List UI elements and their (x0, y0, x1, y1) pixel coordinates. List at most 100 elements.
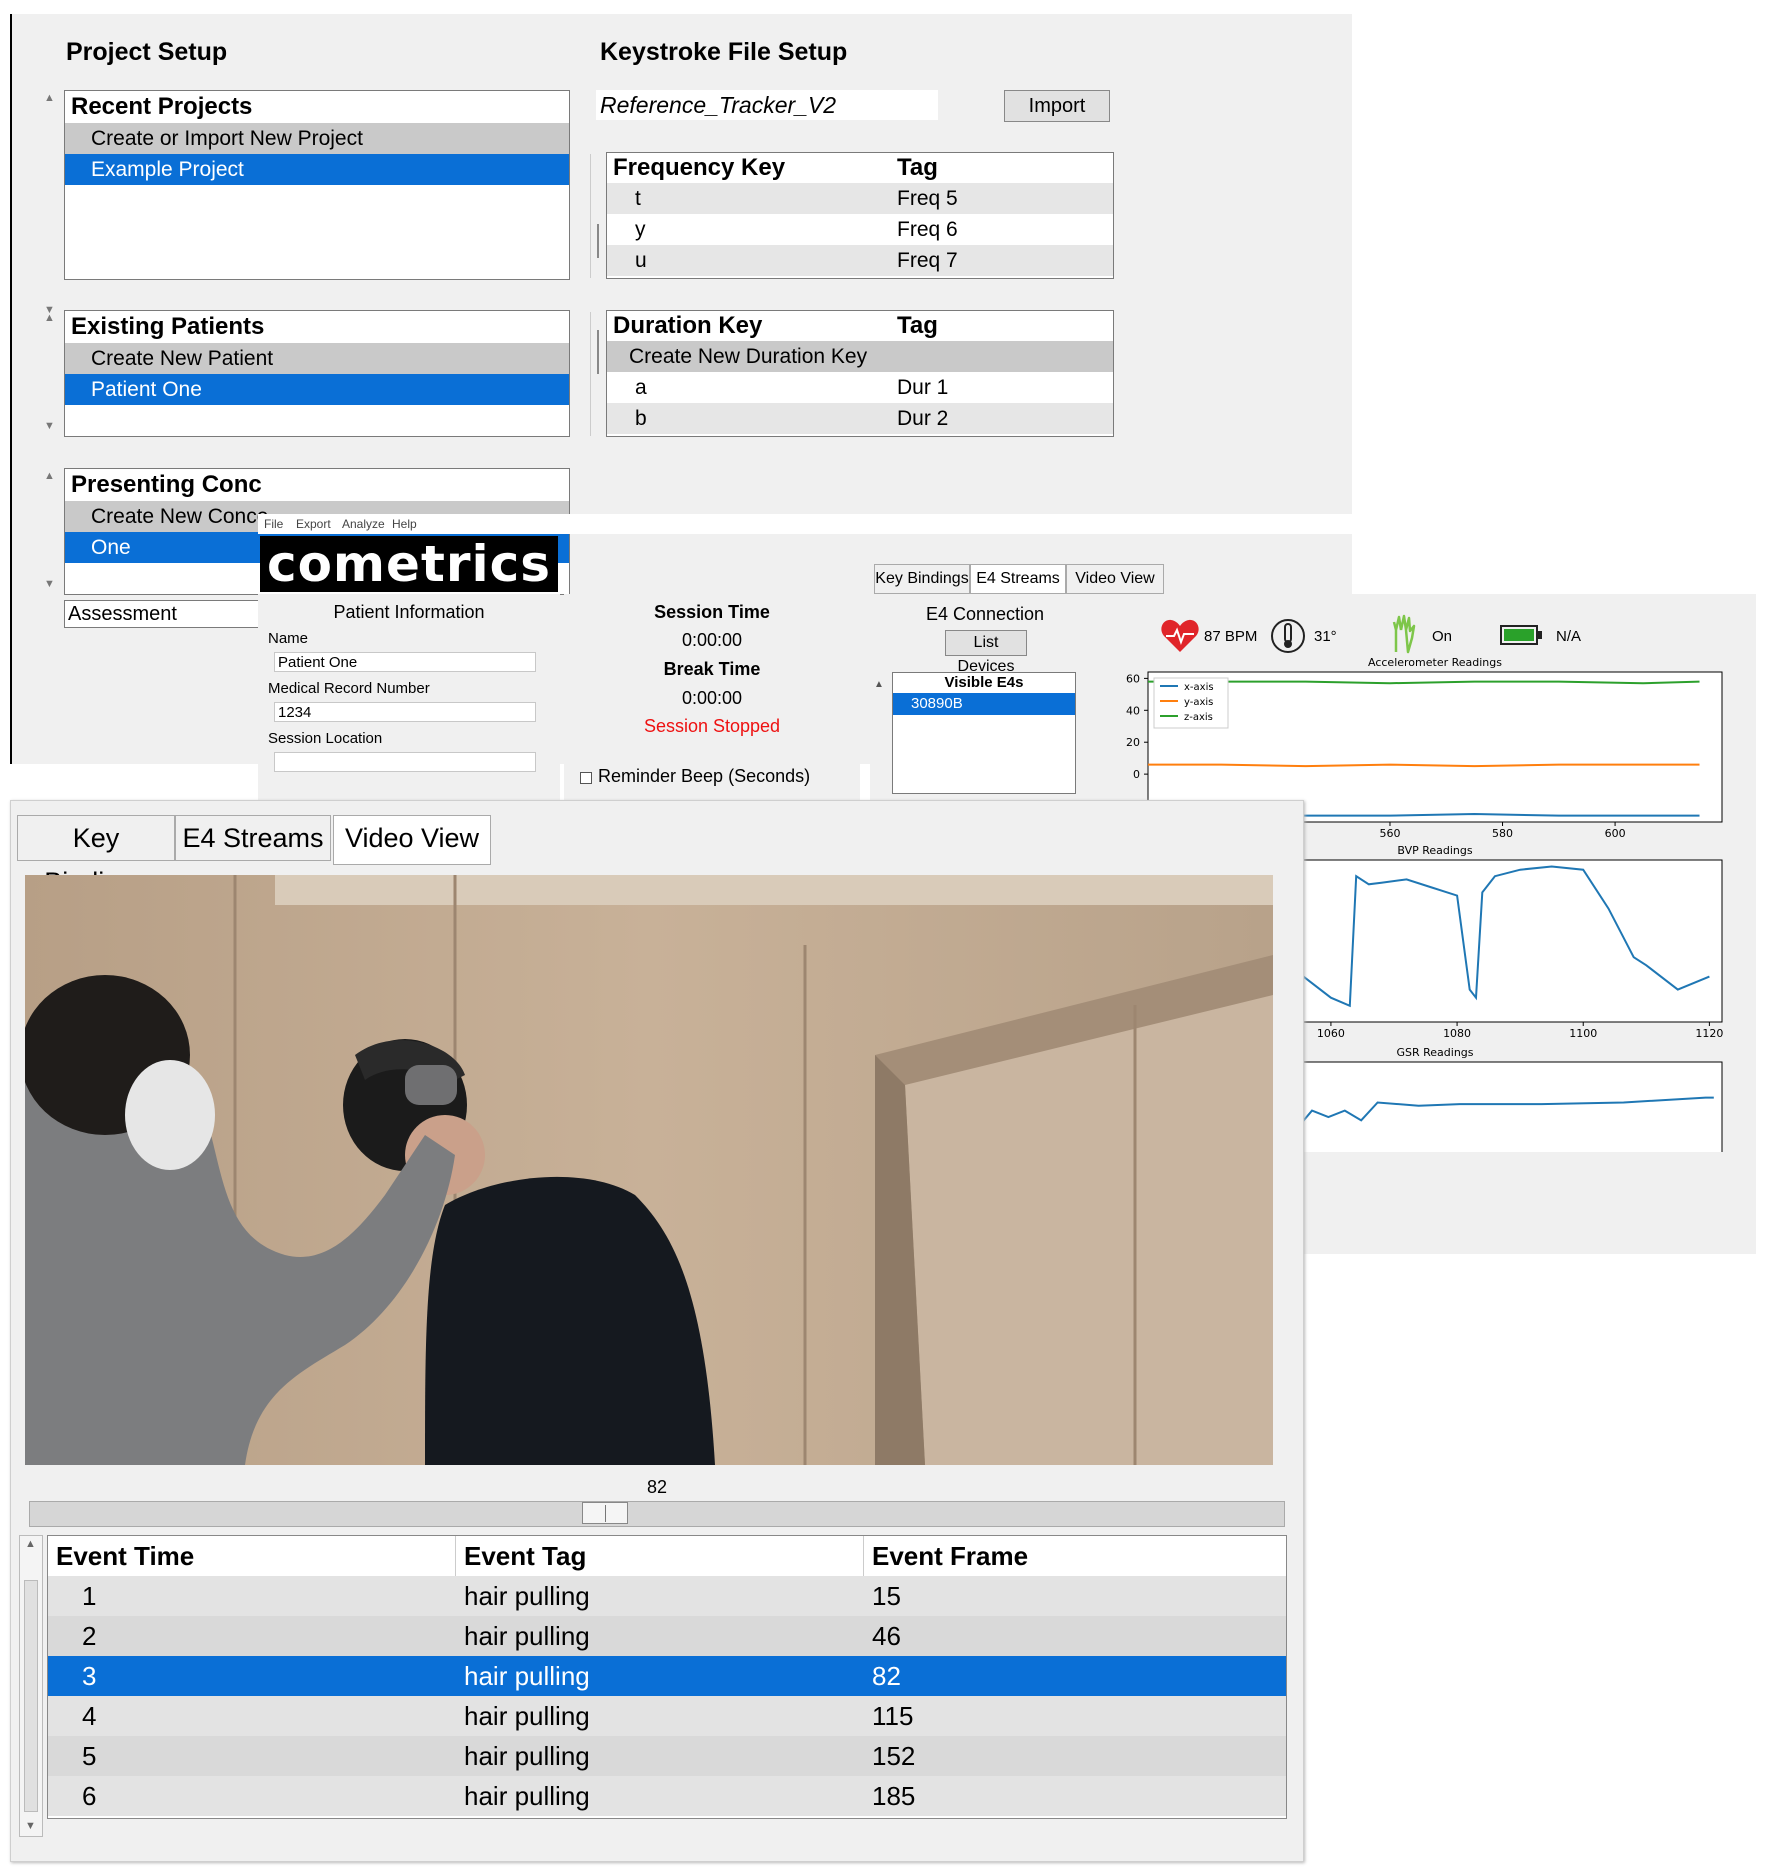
table-row-selected[interactable]: 3 hair pulling 82 (48, 1656, 1286, 1696)
scroll-up-arrow-icon[interactable]: ▲ (874, 679, 884, 690)
table-row[interactable]: b Dur 2 (607, 403, 1113, 434)
event-tag-column[interactable]: Event Tag (456, 1536, 864, 1576)
create-duration-key-item[interactable]: Create New Duration Key (607, 341, 1113, 372)
create-patient-item[interactable]: Create New Patient (65, 343, 569, 374)
table-row[interactable]: 1 hair pulling 15 (48, 1576, 1286, 1616)
table-row[interactable]: 6 hair pulling 185 (48, 1776, 1286, 1816)
existing-patients-header: Existing Patients (71, 313, 265, 340)
table-row[interactable]: t Freq 5 (607, 183, 1113, 214)
patients-scrollbar[interactable]: ▲ ▼ (40, 312, 60, 437)
slider-thumb-grip (604, 1505, 606, 1522)
y-tick-label: 40 (1126, 704, 1140, 717)
cometrics-logo: cometrics (260, 536, 558, 592)
reminder-label: Reminder Beep (Seconds) (598, 766, 811, 786)
event-tag-cell: hair pulling (464, 1741, 590, 1771)
menu-analyze[interactable]: Analyze (342, 517, 385, 531)
glove-icon (1392, 614, 1416, 654)
event-frame-cell: 46 (872, 1621, 901, 1651)
scroll-up-arrow-icon[interactable]: ▲ (44, 92, 55, 104)
events-table-header: Event Time Event Tag Event Frame (48, 1536, 1286, 1576)
recent-projects-list[interactable]: Recent Projects Create or Import New Pro… (64, 90, 570, 280)
table-row[interactable]: 4 hair pulling 115 (48, 1696, 1286, 1736)
keystroke-file-field[interactable]: Reference_Tracker_V2 (596, 90, 938, 120)
duration-key-table[interactable]: Duration Key Tag Create New Duration Key… (606, 310, 1114, 437)
frame-slider-thumb[interactable] (581, 1502, 628, 1524)
events-table[interactable]: Event Time Event Tag Event Frame 1 hair p… (47, 1535, 1287, 1819)
name-field[interactable]: Patient One (274, 652, 536, 672)
scroll-up-arrow-icon[interactable]: ▲ (25, 1538, 36, 1550)
frame-slider-track[interactable] (29, 1501, 1285, 1527)
frequency-table-header: Frequency Key Tag (607, 153, 1113, 183)
location-field[interactable] (274, 752, 536, 772)
patient-one-item[interactable]: Patient One (65, 374, 569, 405)
battery-value: N/A (1556, 628, 1582, 645)
existing-patients-list[interactable]: Existing Patients Create New Patient Pat… (64, 310, 570, 437)
thermometer-icon (1271, 619, 1305, 653)
table-row[interactable]: 5 hair pulling 152 (48, 1736, 1286, 1776)
tag-cell: Freq 5 (897, 187, 958, 210)
scroll-down-arrow-icon[interactable]: ▼ (44, 420, 55, 432)
tab-key-bindings[interactable]: Key Bindings (17, 815, 175, 897)
event-frame-cell: 115 (872, 1701, 914, 1731)
video-frame[interactable] (25, 875, 1273, 1465)
frequency-scroll-track[interactable] (590, 154, 599, 278)
example-project-item[interactable]: Example Project (65, 154, 569, 185)
key-cell: t (635, 187, 641, 210)
scroll-down-arrow-icon[interactable]: ▼ (44, 578, 55, 590)
x-tick-label: 1120 (1695, 1027, 1723, 1040)
concerns-scrollbar[interactable]: ▲ ▼ (40, 470, 60, 595)
e4-device-item[interactable]: 30890B (893, 693, 1075, 715)
frequency-key-column: Frequency Key (613, 154, 786, 181)
scroll-up-arrow-icon[interactable]: ▲ (44, 312, 55, 324)
event-frame-cell: 15 (872, 1581, 901, 1611)
tab-e4-streams[interactable]: E4 Streams (175, 815, 331, 861)
reminder-checkbox[interactable] (580, 772, 592, 784)
event-time-cell: 2 (82, 1621, 97, 1651)
name-label: Name (268, 630, 309, 647)
duration-scroll-track[interactable] (590, 312, 599, 436)
scroll-down-arrow-icon[interactable]: ▼ (25, 1820, 36, 1832)
event-frame-cell: 82 (872, 1661, 901, 1691)
tab-video-view[interactable]: Video View (333, 815, 491, 865)
mrn-field[interactable]: 1234 (274, 702, 536, 722)
event-time-cell: 3 (82, 1661, 97, 1691)
recent-projects-scrollbar[interactable]: ▲ ▼ (40, 92, 60, 322)
tag-cell: Freq 7 (897, 249, 958, 272)
scroll-up-arrow-icon[interactable]: ▲ (44, 470, 55, 482)
session-time-value: 0:00:00 (681, 630, 743, 650)
event-time-cell: 5 (82, 1741, 97, 1771)
legend-label: x-axis (1184, 682, 1214, 693)
list-devices-button[interactable]: List Devices (945, 630, 1027, 675)
table-row[interactable]: u Freq 7 (607, 245, 1113, 276)
event-frame-column[interactable]: Event Frame (864, 1536, 1286, 1576)
menu-export[interactable]: Export (296, 517, 331, 531)
events-scrollbar[interactable]: ▲ ▼ (19, 1535, 43, 1837)
visible-e4s-list[interactable]: Visible E4s 30890B (892, 672, 1076, 794)
e4-list-scrollbar[interactable]: ▲ (874, 674, 888, 794)
menu-bar: File Export Analyze Help (258, 514, 1758, 534)
table-row[interactable]: y Freq 6 (607, 214, 1113, 245)
y-tick-label: 20 (1126, 736, 1140, 749)
event-tag-cell: hair pulling (464, 1621, 590, 1651)
frequency-scroll-thumb[interactable] (597, 224, 599, 258)
table-row[interactable]: a Dur 1 (607, 372, 1113, 403)
tab-video-view-small[interactable]: Video View (1066, 564, 1164, 594)
menu-file[interactable]: File (264, 517, 283, 531)
tab-e4-streams-small[interactable]: E4 Streams (970, 564, 1066, 594)
events-scroll-thumb[interactable] (24, 1580, 38, 1812)
table-row[interactable]: 2 hair pulling 46 (48, 1616, 1286, 1656)
duration-scroll-thumb[interactable] (597, 330, 599, 374)
frequency-key-table[interactable]: Frequency Key Tag t Freq 5 y Freq 6 u Freq … (606, 152, 1114, 279)
duration-table-header: Duration Key Tag (607, 311, 1113, 341)
create-project-item[interactable]: Create or Import New Project (65, 123, 569, 154)
y-tick-label: 0 (1133, 768, 1140, 781)
tab-key-bindings-small[interactable]: Key Bindings (874, 564, 970, 594)
event-time-column[interactable]: Event Time (48, 1536, 456, 1576)
legend-label: z-axis (1184, 712, 1213, 723)
frame-number-label: 82 (646, 1477, 668, 1497)
video-view-window: Key Bindings E4 Streams Video View (10, 800, 1304, 1862)
import-button[interactable]: Import (1004, 90, 1110, 122)
event-time-cell: 6 (82, 1781, 97, 1811)
menu-help[interactable]: Help (392, 517, 417, 531)
event-time-cell: 4 (82, 1701, 97, 1731)
